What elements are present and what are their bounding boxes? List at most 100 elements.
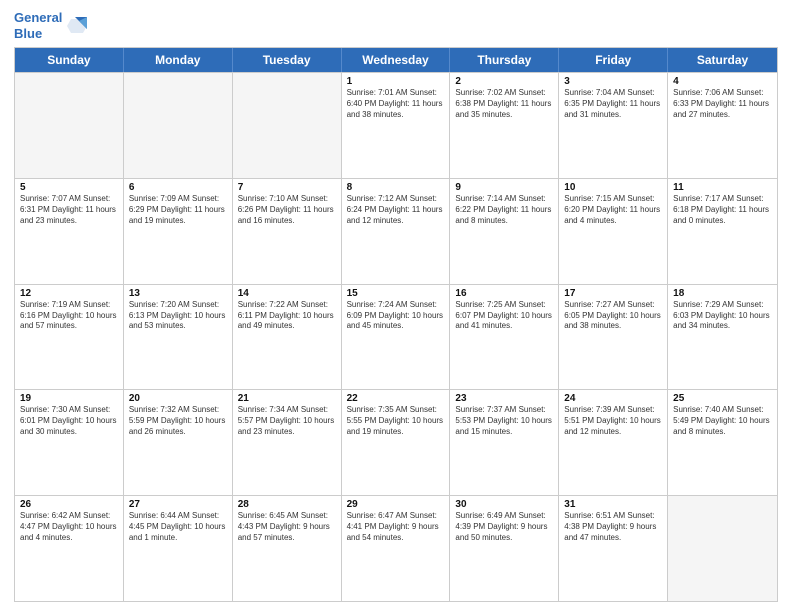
cell-day-number: 17 [564,288,662,299]
cell-info: Sunrise: 7:34 AM Sunset: 5:57 PM Dayligh… [238,405,336,437]
page: General Blue SundayMondayTuesdayWednesda… [0,0,792,612]
cal-header-saturday: Saturday [668,48,777,72]
cell-day-number: 3 [564,76,662,87]
cal-cell: 9Sunrise: 7:14 AM Sunset: 6:22 PM Daylig… [450,179,559,284]
cell-info: Sunrise: 6:47 AM Sunset: 4:41 PM Dayligh… [347,511,445,543]
cal-header-friday: Friday [559,48,668,72]
cell-info: Sunrise: 7:14 AM Sunset: 6:22 PM Dayligh… [455,194,553,226]
cal-row-0: 1Sunrise: 7:01 AM Sunset: 6:40 PM Daylig… [15,72,777,178]
cal-cell: 10Sunrise: 7:15 AM Sunset: 6:20 PM Dayli… [559,179,668,284]
cell-info: Sunrise: 7:10 AM Sunset: 6:26 PM Dayligh… [238,194,336,226]
cell-info: Sunrise: 6:42 AM Sunset: 4:47 PM Dayligh… [20,511,118,543]
cell-info: Sunrise: 7:39 AM Sunset: 5:51 PM Dayligh… [564,405,662,437]
cal-header-monday: Monday [124,48,233,72]
cell-info: Sunrise: 6:44 AM Sunset: 4:45 PM Dayligh… [129,511,227,543]
cell-day-number: 11 [673,182,772,193]
cell-day-number: 15 [347,288,445,299]
cell-day-number: 18 [673,288,772,299]
cal-cell [124,73,233,178]
cell-info: Sunrise: 7:02 AM Sunset: 6:38 PM Dayligh… [455,88,553,120]
cell-info: Sunrise: 7:01 AM Sunset: 6:40 PM Dayligh… [347,88,445,120]
cell-info: Sunrise: 7:06 AM Sunset: 6:33 PM Dayligh… [673,88,772,120]
cell-info: Sunrise: 7:30 AM Sunset: 6:01 PM Dayligh… [20,405,118,437]
cell-day-number: 16 [455,288,553,299]
cell-info: Sunrise: 7:37 AM Sunset: 5:53 PM Dayligh… [455,405,553,437]
cell-info: Sunrise: 6:49 AM Sunset: 4:39 PM Dayligh… [455,511,553,543]
cell-info: Sunrise: 7:17 AM Sunset: 6:18 PM Dayligh… [673,194,772,226]
cal-cell: 5Sunrise: 7:07 AM Sunset: 6:31 PM Daylig… [15,179,124,284]
cal-cell: 8Sunrise: 7:12 AM Sunset: 6:24 PM Daylig… [342,179,451,284]
cal-cell: 14Sunrise: 7:22 AM Sunset: 6:11 PM Dayli… [233,285,342,390]
cell-day-number: 28 [238,499,336,510]
cell-info: Sunrise: 7:40 AM Sunset: 5:49 PM Dayligh… [673,405,772,437]
cell-day-number: 4 [673,76,772,87]
cell-info: Sunrise: 7:12 AM Sunset: 6:24 PM Dayligh… [347,194,445,226]
cal-cell: 21Sunrise: 7:34 AM Sunset: 5:57 PM Dayli… [233,390,342,495]
cell-info: Sunrise: 7:35 AM Sunset: 5:55 PM Dayligh… [347,405,445,437]
cell-info: Sunrise: 7:20 AM Sunset: 6:13 PM Dayligh… [129,300,227,332]
cell-day-number: 5 [20,182,118,193]
cal-header-sunday: Sunday [15,48,124,72]
logo-icon [65,15,87,37]
cal-cell: 6Sunrise: 7:09 AM Sunset: 6:29 PM Daylig… [124,179,233,284]
cal-cell: 18Sunrise: 7:29 AM Sunset: 6:03 PM Dayli… [668,285,777,390]
cell-day-number: 13 [129,288,227,299]
cell-info: Sunrise: 7:27 AM Sunset: 6:05 PM Dayligh… [564,300,662,332]
cell-day-number: 20 [129,393,227,404]
cell-info: Sunrise: 7:25 AM Sunset: 6:07 PM Dayligh… [455,300,553,332]
cal-cell: 25Sunrise: 7:40 AM Sunset: 5:49 PM Dayli… [668,390,777,495]
header: General Blue [14,10,778,41]
cell-day-number: 22 [347,393,445,404]
cell-info: Sunrise: 7:19 AM Sunset: 6:16 PM Dayligh… [20,300,118,332]
cell-info: Sunrise: 7:22 AM Sunset: 6:11 PM Dayligh… [238,300,336,332]
cal-cell: 4Sunrise: 7:06 AM Sunset: 6:33 PM Daylig… [668,73,777,178]
cal-cell: 31Sunrise: 6:51 AM Sunset: 4:38 PM Dayli… [559,496,668,601]
cell-info: Sunrise: 7:15 AM Sunset: 6:20 PM Dayligh… [564,194,662,226]
cal-cell: 29Sunrise: 6:47 AM Sunset: 4:41 PM Dayli… [342,496,451,601]
calendar-body: 1Sunrise: 7:01 AM Sunset: 6:40 PM Daylig… [15,72,777,601]
cal-cell [233,73,342,178]
cell-info: Sunrise: 6:45 AM Sunset: 4:43 PM Dayligh… [238,511,336,543]
cal-cell: 22Sunrise: 7:35 AM Sunset: 5:55 PM Dayli… [342,390,451,495]
cell-day-number: 12 [20,288,118,299]
cell-day-number: 14 [238,288,336,299]
cal-header-tuesday: Tuesday [233,48,342,72]
cell-day-number: 8 [347,182,445,193]
cal-cell: 12Sunrise: 7:19 AM Sunset: 6:16 PM Dayli… [15,285,124,390]
cell-day-number: 1 [347,76,445,87]
cell-info: Sunrise: 7:29 AM Sunset: 6:03 PM Dayligh… [673,300,772,332]
cal-cell: 7Sunrise: 7:10 AM Sunset: 6:26 PM Daylig… [233,179,342,284]
cal-row-3: 19Sunrise: 7:30 AM Sunset: 6:01 PM Dayli… [15,389,777,495]
cal-header-wednesday: Wednesday [342,48,451,72]
cell-day-number: 10 [564,182,662,193]
cell-day-number: 24 [564,393,662,404]
cell-day-number: 19 [20,393,118,404]
cal-cell: 27Sunrise: 6:44 AM Sunset: 4:45 PM Dayli… [124,496,233,601]
cal-cell: 20Sunrise: 7:32 AM Sunset: 5:59 PM Dayli… [124,390,233,495]
cell-day-number: 2 [455,76,553,87]
cell-info: Sunrise: 7:07 AM Sunset: 6:31 PM Dayligh… [20,194,118,226]
cal-cell: 2Sunrise: 7:02 AM Sunset: 6:38 PM Daylig… [450,73,559,178]
cal-row-4: 26Sunrise: 6:42 AM Sunset: 4:47 PM Dayli… [15,495,777,601]
cell-day-number: 6 [129,182,227,193]
cal-cell: 16Sunrise: 7:25 AM Sunset: 6:07 PM Dayli… [450,285,559,390]
cal-cell: 11Sunrise: 7:17 AM Sunset: 6:18 PM Dayli… [668,179,777,284]
cell-info: Sunrise: 6:51 AM Sunset: 4:38 PM Dayligh… [564,511,662,543]
cell-info: Sunrise: 7:09 AM Sunset: 6:29 PM Dayligh… [129,194,227,226]
cell-info: Sunrise: 7:04 AM Sunset: 6:35 PM Dayligh… [564,88,662,120]
cell-info: Sunrise: 7:24 AM Sunset: 6:09 PM Dayligh… [347,300,445,332]
cal-cell: 28Sunrise: 6:45 AM Sunset: 4:43 PM Dayli… [233,496,342,601]
cal-cell: 19Sunrise: 7:30 AM Sunset: 6:01 PM Dayli… [15,390,124,495]
cal-cell: 23Sunrise: 7:37 AM Sunset: 5:53 PM Dayli… [450,390,559,495]
cell-info: Sunrise: 7:32 AM Sunset: 5:59 PM Dayligh… [129,405,227,437]
cell-day-number: 26 [20,499,118,510]
cal-cell: 3Sunrise: 7:04 AM Sunset: 6:35 PM Daylig… [559,73,668,178]
cell-day-number: 31 [564,499,662,510]
cell-day-number: 9 [455,182,553,193]
cal-cell: 13Sunrise: 7:20 AM Sunset: 6:13 PM Dayli… [124,285,233,390]
cell-day-number: 21 [238,393,336,404]
cell-day-number: 30 [455,499,553,510]
cell-day-number: 25 [673,393,772,404]
calendar: SundayMondayTuesdayWednesdayThursdayFrid… [14,47,778,602]
logo: General Blue [14,10,87,41]
